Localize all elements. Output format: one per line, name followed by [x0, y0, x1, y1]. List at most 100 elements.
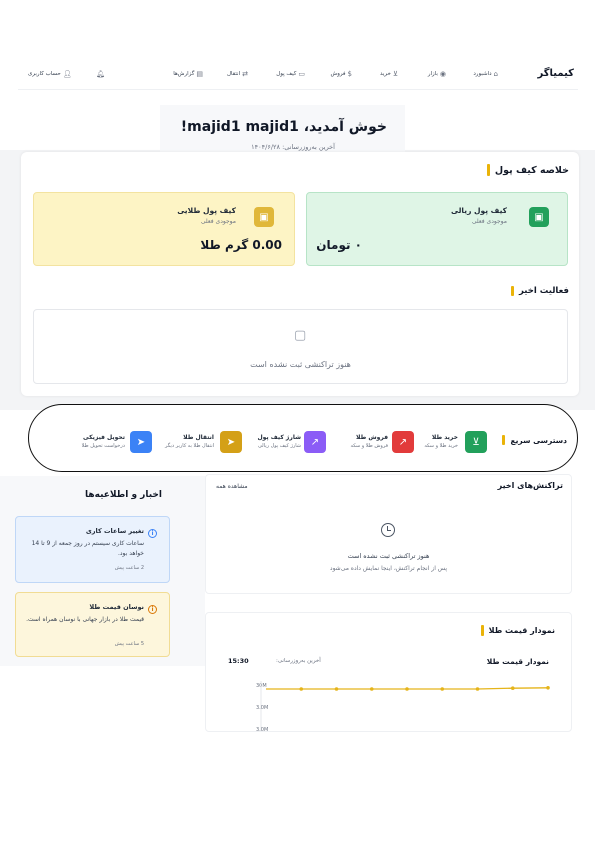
transactions-empty-subtitle: پس از انجام تراکنش، اینجا نمایش داده می‌…	[329, 565, 448, 572]
send-icon: ➤	[130, 431, 152, 453]
news-title: اخبار و اطلاعیه‌ها	[85, 490, 162, 500]
wallet-summary-card: خلاصه کیف پول کیف پول ریالی موجودی فعلی …	[21, 152, 579, 396]
quick-item-title: شارژ کیف پول	[257, 434, 301, 441]
brand-logo[interactable]: کیمیاگر	[538, 68, 574, 79]
account-label: حساب کاربری	[28, 71, 61, 77]
transfer-icon: ⇄	[242, 70, 248, 78]
account-button[interactable]: حساب کاربری 👤︎	[28, 70, 72, 78]
title-accent-bar	[511, 286, 515, 296]
news-item-title: نوسان قیمت طلا	[89, 603, 144, 611]
nav-item-sell[interactable]: فروش $	[330, 70, 352, 78]
y-tick-label: 3.0M	[256, 705, 268, 711]
news-item[interactable]: i نوسان قیمت طلا قیمت طلا در بازار جهانی…	[15, 592, 170, 657]
quick-item-subtitle: خرید طلا و سکه	[424, 443, 458, 449]
news-item-body: قیمت طلا در بازار جهانی با نوسان همراه ا…	[26, 616, 144, 623]
info-icon: i	[148, 605, 157, 614]
wallet-summary-title: خلاصه کیف پول	[486, 164, 569, 176]
recent-activity-empty: ▢ هنوز تراکنشی ثبت نشده است	[33, 309, 568, 384]
price-point[interactable]	[299, 687, 304, 691]
quick-item-title: خرید طلا	[431, 434, 458, 441]
price-chart-card: نمودار قیمت طلا نمودار قیمت طلا آخرین به…	[205, 612, 572, 732]
send-icon: ➤	[220, 431, 242, 453]
section-title-text: فعالیت اخیر	[519, 286, 569, 296]
trend-up-icon: ↗	[392, 431, 414, 453]
nav-label: کیف پول	[276, 71, 297, 77]
cart-icon: ⊻	[392, 70, 398, 78]
top-navbar: کیمیاگر داشبورد ⌂ بازار ◉ خرید ⊻ فروش $ …	[18, 60, 578, 90]
nav-item-transfer[interactable]: انتقال ⇄	[227, 70, 248, 78]
news-item-time: 2 ساعت پیش	[114, 565, 144, 571]
quick-buy-gold[interactable]: ⊻ خرید طلا خرید طلا و سکه	[424, 431, 490, 453]
price-point[interactable]	[440, 687, 445, 691]
gold-wallet-title: کیف پول طلایی	[177, 206, 236, 215]
section-title-text: خلاصه کیف پول	[494, 164, 569, 176]
quick-item-title: تحویل فیزیکی	[83, 434, 125, 441]
price-point[interactable]	[546, 686, 550, 690]
rial-wallet-subtitle: موجودی فعلی	[471, 218, 507, 225]
nav-item-wallet[interactable]: کیف پول ▭	[276, 70, 305, 78]
cart-icon: ⊻	[465, 431, 487, 453]
user-icon: 👤︎	[62, 70, 72, 78]
quick-sell-gold[interactable]: ↗ فروش طلا فروش طلا و سکه	[351, 431, 415, 453]
title-accent-bar	[502, 435, 506, 445]
nav-item-market[interactable]: بازار ◉	[428, 70, 446, 78]
bell-icon: 🔔︎	[96, 70, 105, 78]
quick-item-subtitle: درخواست تحویل طلا	[81, 443, 125, 449]
price-point[interactable]	[510, 686, 515, 690]
quick-item-subtitle: فروش طلا و سکه	[350, 443, 388, 449]
report-icon: ▤	[196, 70, 203, 78]
eye-icon: ◉	[439, 70, 446, 78]
price-chart: 30M3.0M3.0M	[256, 681, 550, 732]
quick-item-title: فروش طلا	[356, 434, 388, 441]
gold-wallet-value: 0.00 گرم طلا	[200, 238, 282, 252]
news-item-time: 5 ساعت پیش	[114, 641, 144, 647]
quick-item-title: انتقال طلا	[183, 434, 214, 441]
price-point[interactable]	[334, 687, 339, 691]
arrow-up-right-icon: ↗	[304, 431, 326, 453]
nav-label: بازار	[427, 71, 438, 77]
last-update-text: آخرین به‌روزرسانی: ۱۴۰۴/۶/۲۸	[251, 143, 335, 151]
wallet-empty-icon: ▢	[294, 328, 307, 343]
news-item-body: ساعات کاری سیستم در روز جمعه از 9 تا 14 …	[31, 540, 144, 557]
nav-label: داشبورد	[473, 71, 492, 77]
rial-wallet-box[interactable]: کیف پول ریالی موجودی فعلی ▣ ۰ تومان	[306, 192, 568, 266]
notifications-button[interactable]: 🔔︎	[96, 70, 105, 78]
quick-access-title: دسترسی سریع	[502, 435, 567, 445]
welcome-title: خوش آمدید، majid1 majid1!	[180, 119, 387, 135]
rial-wallet-value: ۰ تومان	[316, 238, 362, 252]
price-point[interactable]	[405, 687, 409, 691]
recent-activity-title: فعالیت اخیر	[511, 286, 569, 296]
title-accent-bar	[486, 164, 490, 176]
nav-item-dashboard[interactable]: داشبورد ⌂	[473, 70, 498, 78]
quick-physical-delivery[interactable]: ➤ تحویل فیزیکی درخواست تحویل طلا	[70, 431, 155, 453]
gold-wallet-box[interactable]: کیف پول طلایی موجودی فعلی ▣ 0.00 گرم طلا	[33, 192, 295, 266]
section-title-text: دسترسی سریع	[510, 435, 567, 445]
nav-item-reports[interactable]: گزارش‌ها ▤	[173, 70, 203, 78]
transactions-title: تراکنش‌های اخیر	[497, 481, 563, 490]
nav-label: فروش	[330, 71, 346, 77]
gold-wallet-icon: ▣	[254, 207, 274, 227]
quick-charge-wallet[interactable]: ↗ شارژ کیف پول شارژ کیف پول ریالی	[250, 431, 328, 453]
clock-icon	[381, 523, 395, 537]
quick-item-subtitle: شارژ کیف پول ریالی	[257, 443, 301, 449]
nav-label: انتقال	[226, 71, 241, 77]
news-item-title: تغییر ساعات کاری	[85, 527, 144, 535]
rial-wallet-title: کیف پول ریالی	[451, 206, 507, 215]
news-item[interactable]: i تغییر ساعات کاری ساعات کاری سیستم در ر…	[15, 516, 170, 583]
nav-item-buy[interactable]: خرید ⊻	[380, 70, 398, 78]
wallet-icon: ▣	[529, 207, 549, 227]
transactions-empty-title: هنوز تراکنشی ثبت نشده است	[347, 552, 430, 560]
price-point[interactable]	[475, 687, 480, 691]
y-tick-label: 3.0M	[256, 727, 268, 732]
wallet-icon: ▭	[298, 70, 305, 78]
view-all-link[interactable]: مشاهده همه	[216, 483, 248, 490]
info-icon: i	[148, 529, 157, 538]
quick-transfer-gold[interactable]: ➤ انتقال طلا انتقال طلا به کاربر دیگر	[160, 431, 244, 453]
empty-state-text: هنوز تراکنشی ثبت نشده است	[250, 360, 351, 369]
quick-item-subtitle: انتقال طلا به کاربر دیگر	[165, 443, 214, 449]
dollar-icon: $	[347, 70, 352, 78]
nav-label: گزارش‌ها	[173, 71, 195, 77]
recent-transactions-card: تراکنش‌های اخیر مشاهده همه هنوز تراکنشی …	[205, 474, 572, 594]
gold-wallet-subtitle: موجودی فعلی	[200, 218, 236, 225]
price-point[interactable]	[369, 687, 374, 691]
